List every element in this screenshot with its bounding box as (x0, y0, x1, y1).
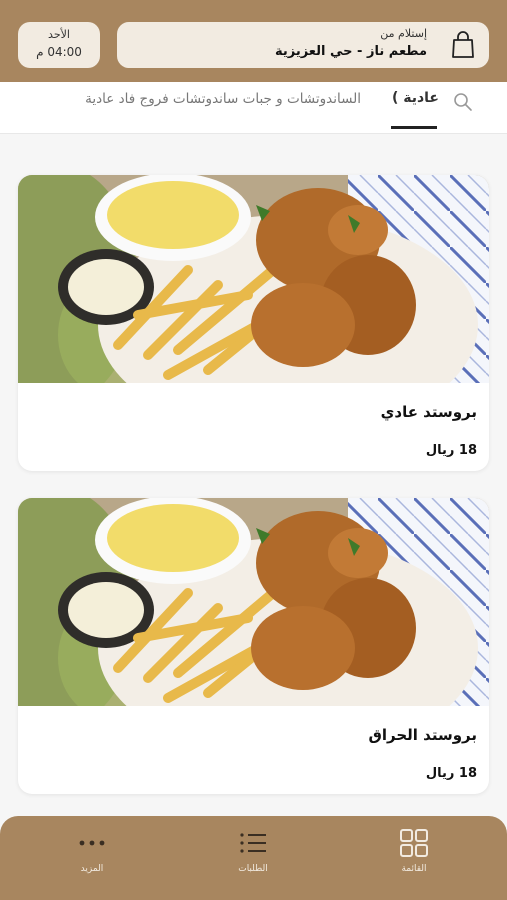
product-card[interactable]: بروستد عادي 18 ريال (18, 175, 489, 471)
nav-more[interactable]: المزيد (47, 828, 137, 874)
pickup-location-selector[interactable]: إستلام من مطعم ناز - حي العزيزية (117, 22, 489, 68)
tab-other-categories[interactable]: الساندوتشات و جبات ساندوتشات فروج فاد عا… (23, 91, 361, 107)
product-image (18, 498, 489, 706)
pickup-time-selector[interactable]: الأحد 04:00 م (18, 22, 100, 68)
more-icon (79, 840, 105, 846)
active-tab-indicator (391, 126, 437, 129)
product-name: بروستد عادي (380, 403, 477, 421)
product-image (18, 175, 489, 383)
product-price: 18 ريال (425, 443, 477, 458)
category-tabs: عادية ) الساندوتشات و جبات ساندوتشات فرو… (0, 82, 507, 134)
nav-menu[interactable]: القائمة (369, 828, 459, 874)
nav-menu-label: القائمة (401, 864, 427, 874)
grid-icon (400, 829, 428, 857)
search-icon[interactable] (453, 92, 473, 112)
tab-regular[interactable]: عادية ) (392, 90, 439, 116)
bottom-nav: القائمة الطلبات المزيد (0, 816, 507, 900)
menu-screen: إستلام من مطعم ناز - حي العزيزية الأحد 0… (0, 0, 507, 900)
product-price: 18 ريال (425, 766, 477, 781)
pickup-day: الأحد (48, 28, 70, 41)
product-name: بروستد الحراق (368, 726, 477, 744)
header-bar: إستلام من مطعم ناز - حي العزيزية الأحد 0… (0, 0, 507, 82)
nav-orders[interactable]: الطلبات (208, 828, 298, 874)
pickup-time: 04:00 م (36, 45, 82, 59)
nav-more-label: المزيد (80, 864, 104, 874)
bag-icon (452, 31, 474, 58)
pickup-label: إستلام من (380, 27, 427, 40)
list-icon (240, 833, 266, 853)
product-card[interactable]: بروستد الحراق 18 ريال (18, 498, 489, 794)
restaurant-name: مطعم ناز - حي العزيزية (274, 44, 427, 59)
nav-orders-label: الطلبات (238, 864, 268, 874)
